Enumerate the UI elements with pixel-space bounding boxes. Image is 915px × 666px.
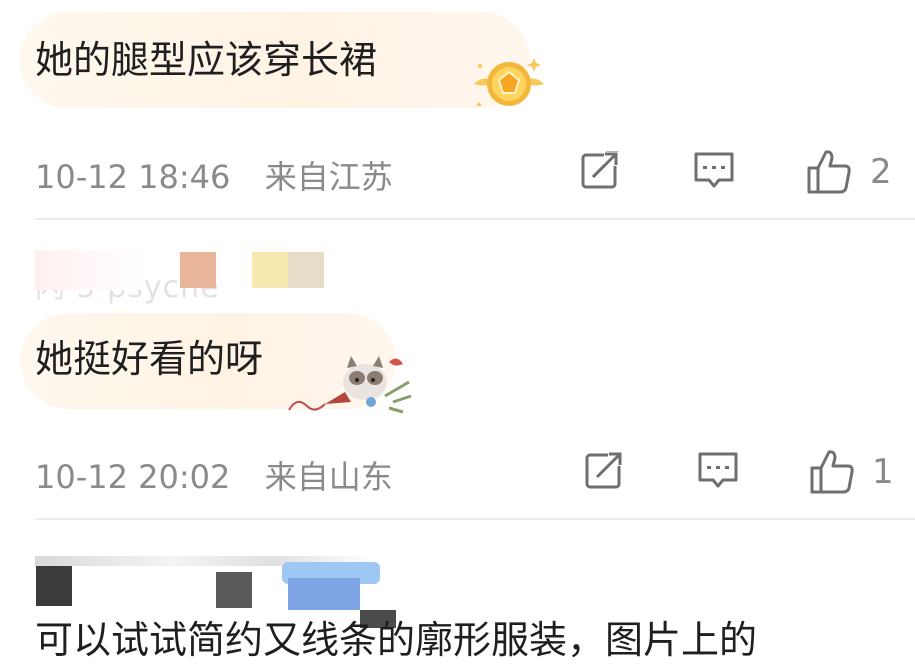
comment-icon[interactable] xyxy=(696,448,740,492)
avatar-blur xyxy=(35,250,145,290)
mosaic-block xyxy=(288,252,324,288)
mosaic-block xyxy=(36,566,72,606)
comment-text: 她挺好看的呀 xyxy=(35,337,264,381)
comment-actions: 1 xyxy=(0,448,915,498)
comment-text: 可以试试简约又线条的廓形服装，图片上的 xyxy=(35,618,758,662)
divider xyxy=(35,218,915,220)
gold-badge-icon xyxy=(474,58,544,106)
like-count: 2 xyxy=(870,152,892,192)
cat-sticker-icon xyxy=(288,356,412,414)
divider xyxy=(35,518,915,520)
mosaic-block xyxy=(180,252,216,288)
comment-icon[interactable] xyxy=(692,148,736,192)
thumbs-up-icon[interactable] xyxy=(805,148,853,196)
mosaic-block xyxy=(252,252,288,288)
mosaic-block xyxy=(288,578,360,610)
share-icon[interactable] xyxy=(578,148,622,192)
mosaic-block xyxy=(216,572,252,608)
comment-actions: 2 xyxy=(0,148,915,198)
share-icon[interactable] xyxy=(582,448,626,492)
comment-text: 她的腿型应该穿长裙 xyxy=(35,38,378,82)
like-count: 1 xyxy=(872,452,894,492)
thumbs-up-icon[interactable] xyxy=(808,448,856,496)
